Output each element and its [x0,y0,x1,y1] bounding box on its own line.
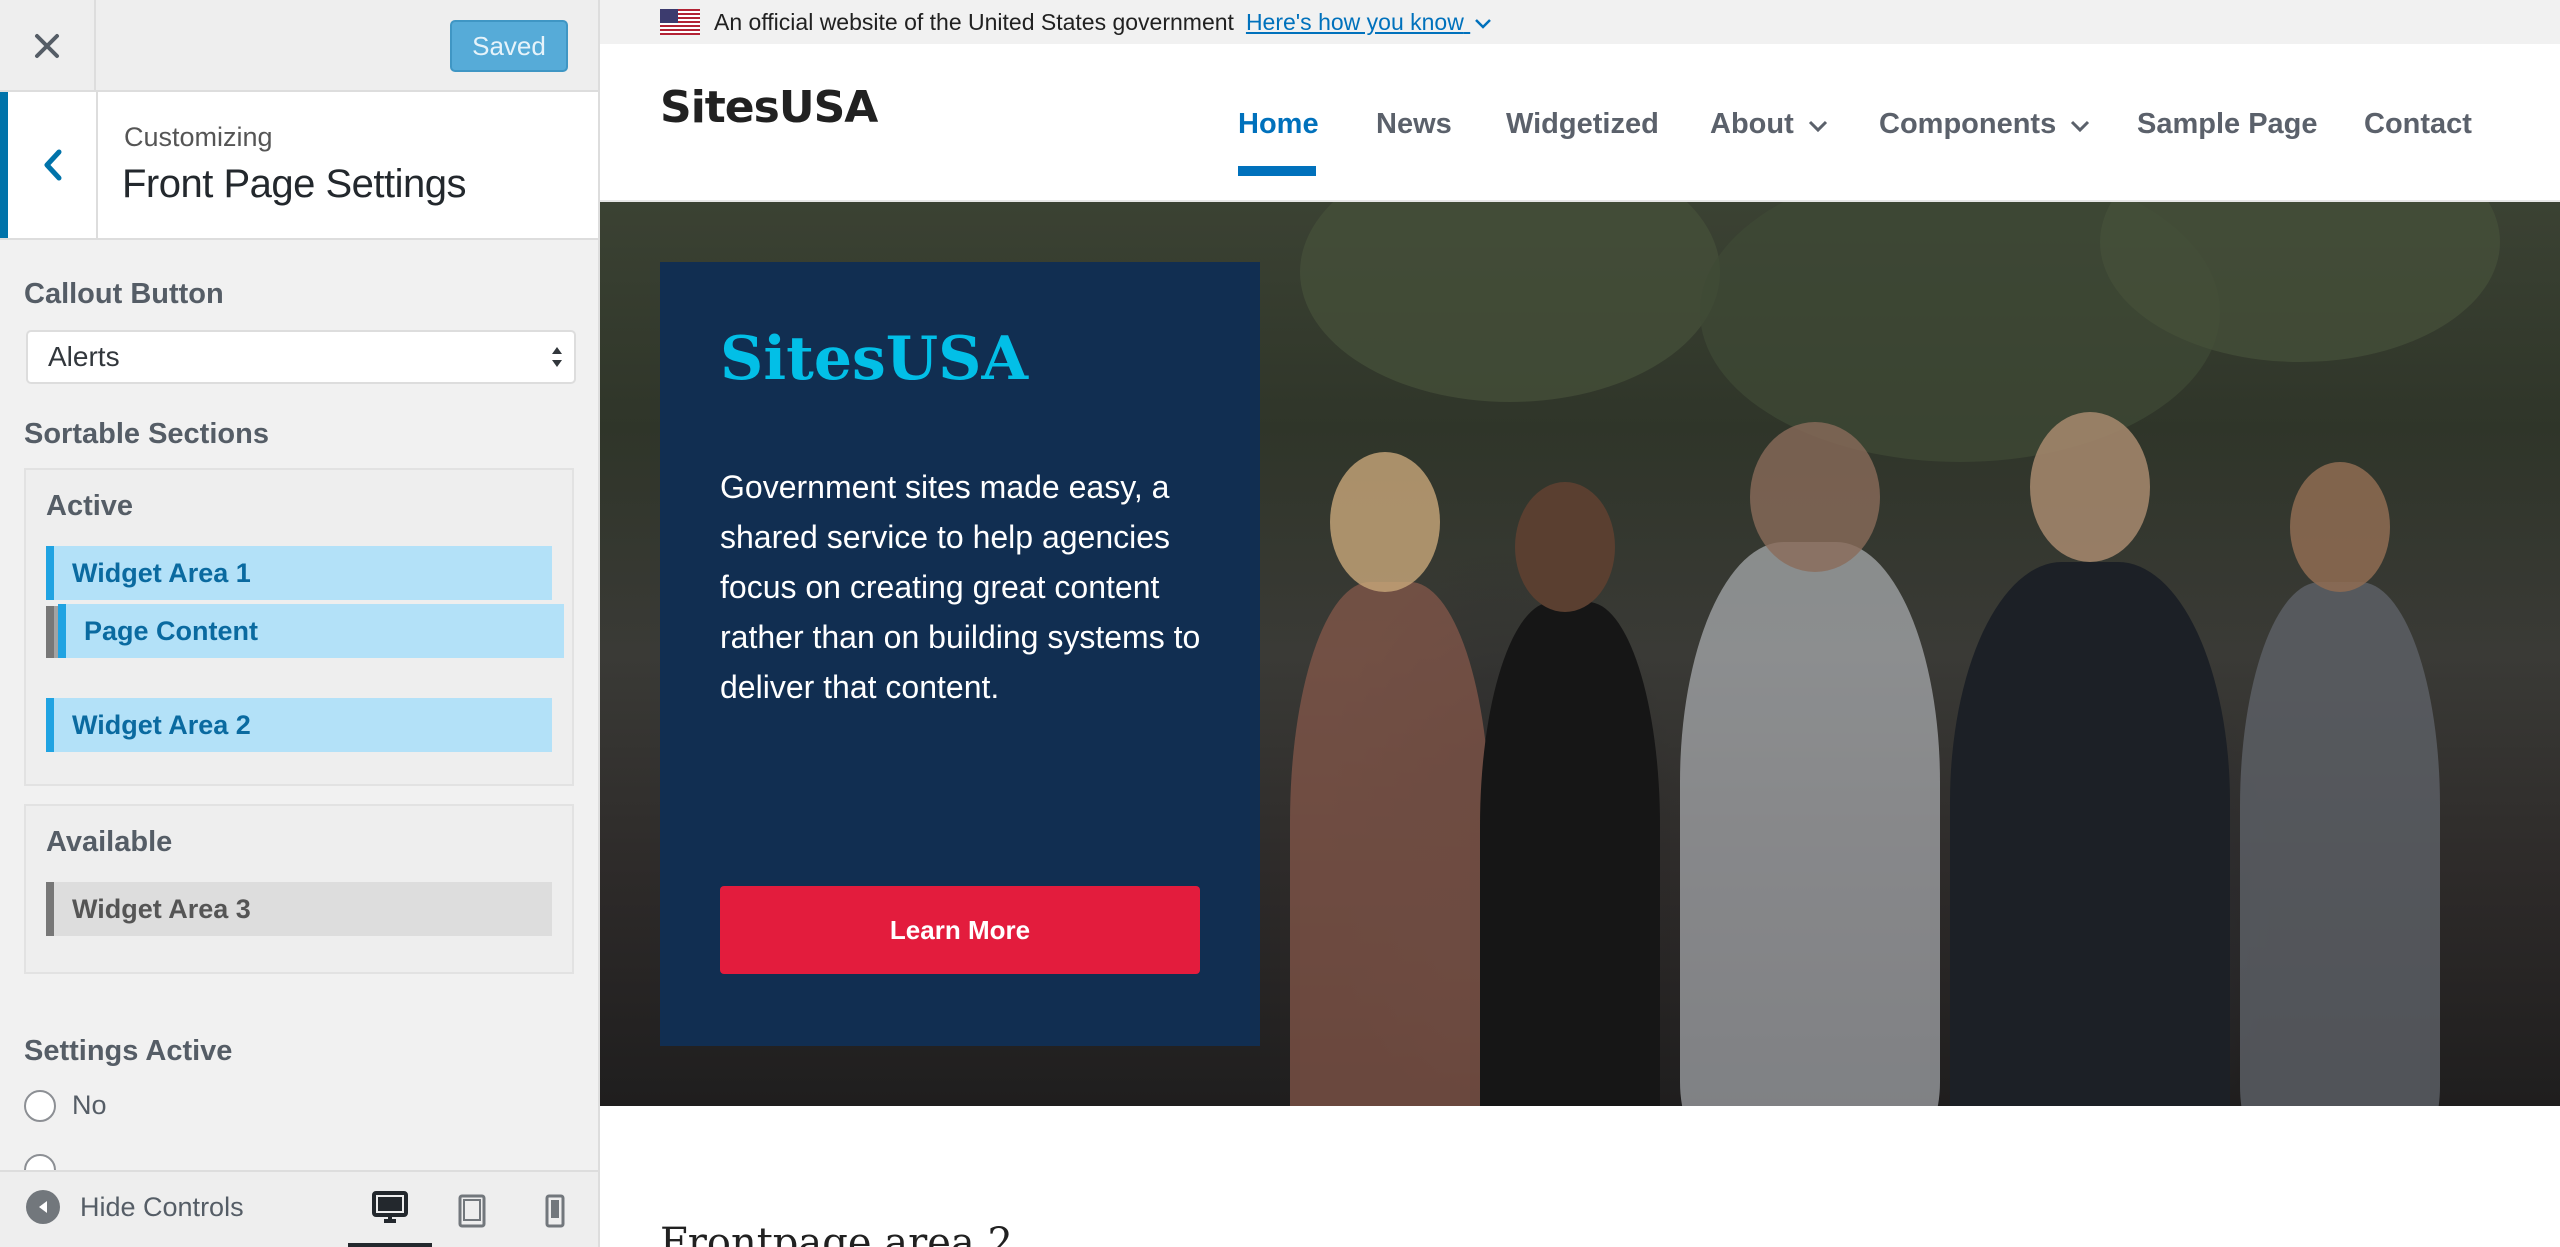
customizer-footer: Hide Controls [0,1170,598,1247]
active-sections-panel: Active Widget Area 1 Page Content Widget… [24,468,574,786]
gov-banner: An official website of the United States… [600,0,2560,44]
hide-controls-label: Hide Controls [80,1191,244,1222]
close-icon [35,34,59,58]
collapse-icon [26,1190,60,1224]
gov-banner-link-text: Here's how you know [1245,8,1464,35]
sortable-sections-label: Sortable Sections [24,418,269,450]
back-button[interactable] [0,92,98,238]
learn-more-button[interactable]: Learn More [720,886,1200,974]
frontpage-area-heading: Frontpage area 2 [660,1220,1013,1247]
radio-no-label: No [72,1090,107,1120]
select-arrows-icon [552,347,562,367]
saved-button[interactable]: Saved [450,20,568,72]
nav-contact[interactable]: Contact [2364,108,2472,141]
site-logo[interactable]: SitesUSA [660,82,878,133]
hero-text: Government sites made easy, a shared ser… [720,469,1201,705]
settings-active-label: Settings Active [24,1035,233,1067]
nav-about[interactable]: About [1710,108,1828,141]
device-mobile-button[interactable] [513,1172,597,1247]
us-flag-icon [660,9,700,35]
nav-components[interactable]: Components [1879,108,2090,141]
tablet-icon [458,1194,486,1227]
available-title: Available [46,826,173,858]
customizer-sidebar: Saved Customizing Front Page Settings Ca… [0,0,600,1247]
nav-news[interactable]: News [1376,108,1452,141]
nav-about-label: About [1710,108,1794,140]
callout-button-select[interactable]: Alerts [26,330,576,384]
gov-banner-text: An official website of the United States… [714,8,1234,35]
chevron-left-icon [44,149,62,181]
mobile-icon [545,1194,565,1227]
radio-no[interactable] [24,1090,56,1122]
sortable-item-widget-area-1[interactable]: Widget Area 1 [46,546,552,600]
hero-card: SitesUSA Government sites made easy, a s… [660,262,1260,1046]
site-header: SitesUSA Home News Widgetized About Comp… [600,44,2560,202]
active-title: Active [46,490,134,522]
page-title: Front Page Settings [122,162,467,206]
chevron-down-icon [1808,120,1827,133]
section-title-bar: Customizing Front Page Settings [0,92,598,240]
chevron-down-icon [1475,18,1492,29]
sortable-item-widget-area-2[interactable]: Widget Area 2 [46,698,552,752]
gov-banner-link[interactable]: Here's how you know [1246,9,1492,36]
sortable-item-page-content[interactable]: Page Content [58,604,564,658]
chevron-down-icon [2071,120,2090,133]
nav-home[interactable]: Home [1238,108,1319,141]
close-button[interactable] [0,0,96,92]
available-sections-panel: Available Widget Area 3 [24,804,574,974]
hide-controls-button[interactable]: Hide Controls [26,1190,244,1224]
hero-section: SitesUSA Government sites made easy, a s… [600,202,2560,1106]
site-preview: An official website of the United States… [600,0,2560,1247]
sortable-item-widget-area-3[interactable]: Widget Area 3 [46,882,552,936]
nav-sample-page[interactable]: Sample Page [2137,108,2318,141]
callout-button-value: Alerts [48,341,120,372]
nav-widgetized[interactable]: Widgetized [1506,108,1659,141]
device-desktop-button[interactable] [348,1172,432,1247]
desktop-icon [372,1190,408,1223]
callout-button-label: Callout Button [24,278,224,310]
nav-components-label: Components [1879,108,2057,140]
device-tablet-button[interactable] [430,1172,514,1247]
nav-current-indicator [1238,166,1316,176]
hero-title: SitesUSA [720,324,1028,394]
breadcrumb: Customizing [124,122,273,152]
customizer-header: Saved [0,0,598,92]
